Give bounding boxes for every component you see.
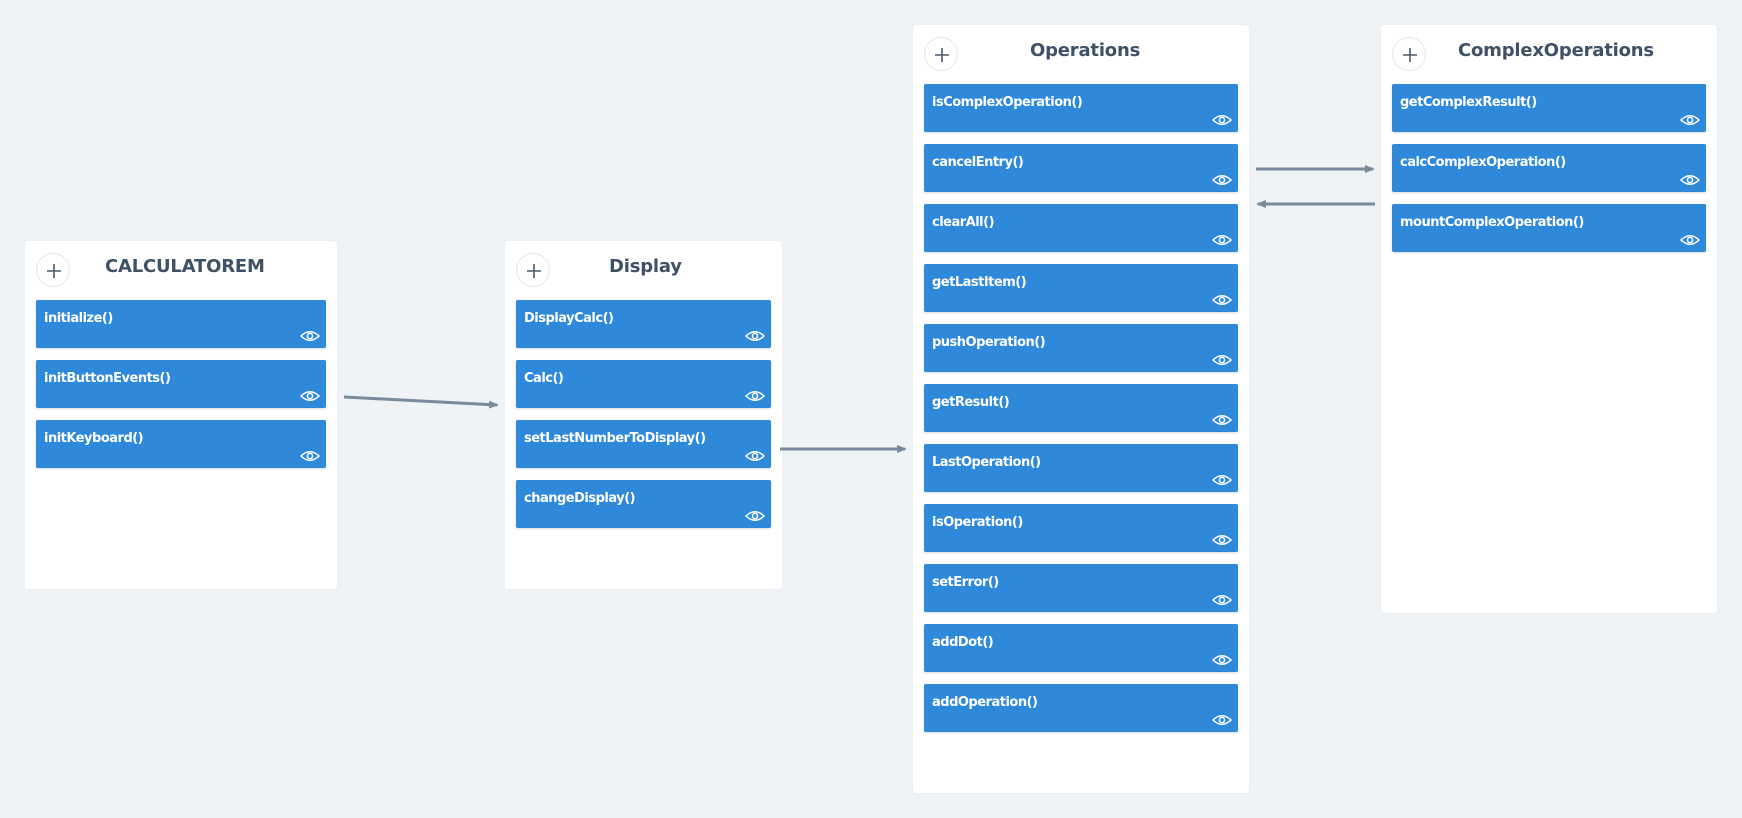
class-card-display: Display DisplayCalc() Calc() setLastNumb… [505, 241, 782, 589]
card-header: CALCULATOREM [25, 241, 337, 300]
method-item[interactable]: getResult() [924, 384, 1238, 432]
method-name: setError() [932, 575, 999, 590]
eye-icon[interactable] [1212, 473, 1232, 487]
card-header: Display [505, 241, 782, 300]
method-name: setLastNumberToDisplay() [524, 431, 706, 446]
method-item[interactable]: isComplexOperation() [924, 84, 1238, 132]
add-method-button[interactable] [36, 253, 70, 287]
method-name: getLastItem() [932, 275, 1027, 290]
eye-icon[interactable] [1680, 113, 1700, 127]
method-name: cancelEntry() [932, 155, 1024, 170]
method-item[interactable]: setLastNumberToDisplay() [516, 420, 771, 468]
class-title: Operations [1030, 40, 1141, 61]
plus-icon [935, 48, 949, 62]
method-item[interactable]: DisplayCalc() [516, 300, 771, 348]
method-name: mountComplexOperation() [1400, 215, 1584, 230]
class-title: CALCULATOREM [105, 256, 265, 277]
method-name: calcComplexOperation() [1400, 155, 1566, 170]
eye-icon[interactable] [1212, 593, 1232, 607]
eye-icon[interactable] [745, 329, 765, 343]
eye-icon[interactable] [1680, 233, 1700, 247]
eye-icon[interactable] [1212, 293, 1232, 307]
method-item[interactable]: changeDisplay() [516, 480, 771, 528]
class-card-calculatorem: CALCULATOREM initialize() initButtonEven… [25, 241, 337, 589]
method-list: DisplayCalc() Calc() setLastNumberToDisp… [505, 300, 782, 528]
method-item[interactable]: pushOperation() [924, 324, 1238, 372]
class-card-complexoperations: ComplexOperations getComplexResult() cal… [1381, 25, 1717, 613]
eye-icon[interactable] [1212, 713, 1232, 727]
method-name: addDot() [932, 635, 994, 650]
method-name: addOperation() [932, 695, 1038, 710]
plus-icon [527, 264, 541, 278]
eye-icon[interactable] [745, 509, 765, 523]
eye-icon[interactable] [745, 449, 765, 463]
add-method-button[interactable] [516, 253, 550, 287]
plus-icon [47, 264, 61, 278]
method-name: Calc() [524, 371, 564, 386]
class-title: Display [609, 256, 682, 277]
method-item[interactable]: getLastItem() [924, 264, 1238, 312]
eye-icon[interactable] [300, 389, 320, 403]
method-item[interactable]: addOperation() [924, 684, 1238, 732]
add-method-button[interactable] [924, 37, 958, 71]
method-list: initialize() initButtonEvents() initKeyb… [25, 300, 337, 468]
eye-icon[interactable] [1212, 113, 1232, 127]
method-item[interactable]: isOperation() [924, 504, 1238, 552]
method-item[interactable]: initialize() [36, 300, 326, 348]
arrow-calculatorem-to-display [343, 395, 499, 409]
method-name: isOperation() [932, 515, 1023, 530]
eye-icon[interactable] [1212, 653, 1232, 667]
method-name: getComplexResult() [1400, 95, 1537, 110]
method-item[interactable]: LastOperation() [924, 444, 1238, 492]
eye-icon[interactable] [745, 389, 765, 403]
method-item[interactable]: calcComplexOperation() [1392, 144, 1706, 192]
class-card-operations: Operations isComplexOperation() cancelEn… [913, 25, 1249, 793]
method-name: initButtonEvents() [44, 371, 171, 386]
method-item[interactable]: initButtonEvents() [36, 360, 326, 408]
method-item[interactable]: clearAll() [924, 204, 1238, 252]
eye-icon[interactable] [1212, 353, 1232, 367]
method-name: getResult() [932, 395, 1010, 410]
method-item[interactable]: cancelEntry() [924, 144, 1238, 192]
eye-icon[interactable] [1680, 173, 1700, 187]
method-name: clearAll() [932, 215, 995, 230]
eye-icon[interactable] [1212, 413, 1232, 427]
method-item[interactable]: setError() [924, 564, 1238, 612]
card-header: ComplexOperations [1381, 25, 1717, 84]
method-item[interactable]: getComplexResult() [1392, 84, 1706, 132]
eye-icon[interactable] [1212, 533, 1232, 547]
card-header: Operations [913, 25, 1249, 84]
method-name: changeDisplay() [524, 491, 636, 506]
method-item[interactable]: Calc() [516, 360, 771, 408]
method-name: initialize() [44, 311, 113, 326]
add-method-button[interactable] [1392, 37, 1426, 71]
method-item[interactable]: addDot() [924, 624, 1238, 672]
method-list: isComplexOperation() cancelEntry() clear… [913, 84, 1249, 732]
method-name: LastOperation() [932, 455, 1041, 470]
eye-icon[interactable] [300, 329, 320, 343]
class-title: ComplexOperations [1458, 40, 1654, 61]
plus-icon [1403, 48, 1417, 62]
method-name: DisplayCalc() [524, 311, 614, 326]
eye-icon[interactable] [1212, 233, 1232, 247]
method-name: initKeyboard() [44, 431, 144, 446]
method-item[interactable]: initKeyboard() [36, 420, 326, 468]
eye-icon[interactable] [1212, 173, 1232, 187]
method-name: isComplexOperation() [932, 95, 1083, 110]
method-list: getComplexResult() calcComplexOperation(… [1381, 84, 1717, 252]
method-name: pushOperation() [932, 335, 1046, 350]
eye-icon[interactable] [300, 449, 320, 463]
method-item[interactable]: mountComplexOperation() [1392, 204, 1706, 252]
